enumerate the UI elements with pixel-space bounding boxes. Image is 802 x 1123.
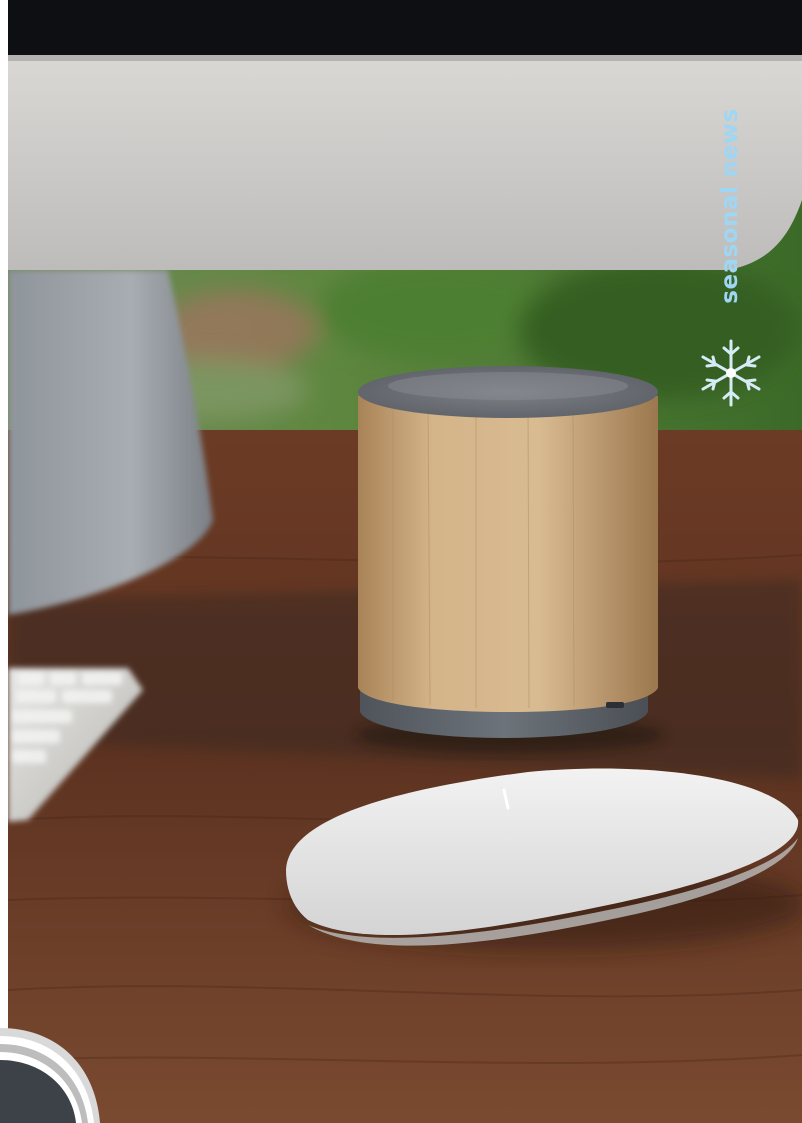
seasonal-news-label: seasonal news bbox=[716, 96, 744, 316]
catalog-page: seasonal news bbox=[0, 0, 802, 1123]
seasonal-news-text: seasonal news bbox=[717, 108, 743, 304]
corner-badge-icon bbox=[0, 1028, 106, 1123]
snowflake-icon bbox=[695, 337, 767, 409]
product-photo bbox=[8, 0, 802, 1123]
